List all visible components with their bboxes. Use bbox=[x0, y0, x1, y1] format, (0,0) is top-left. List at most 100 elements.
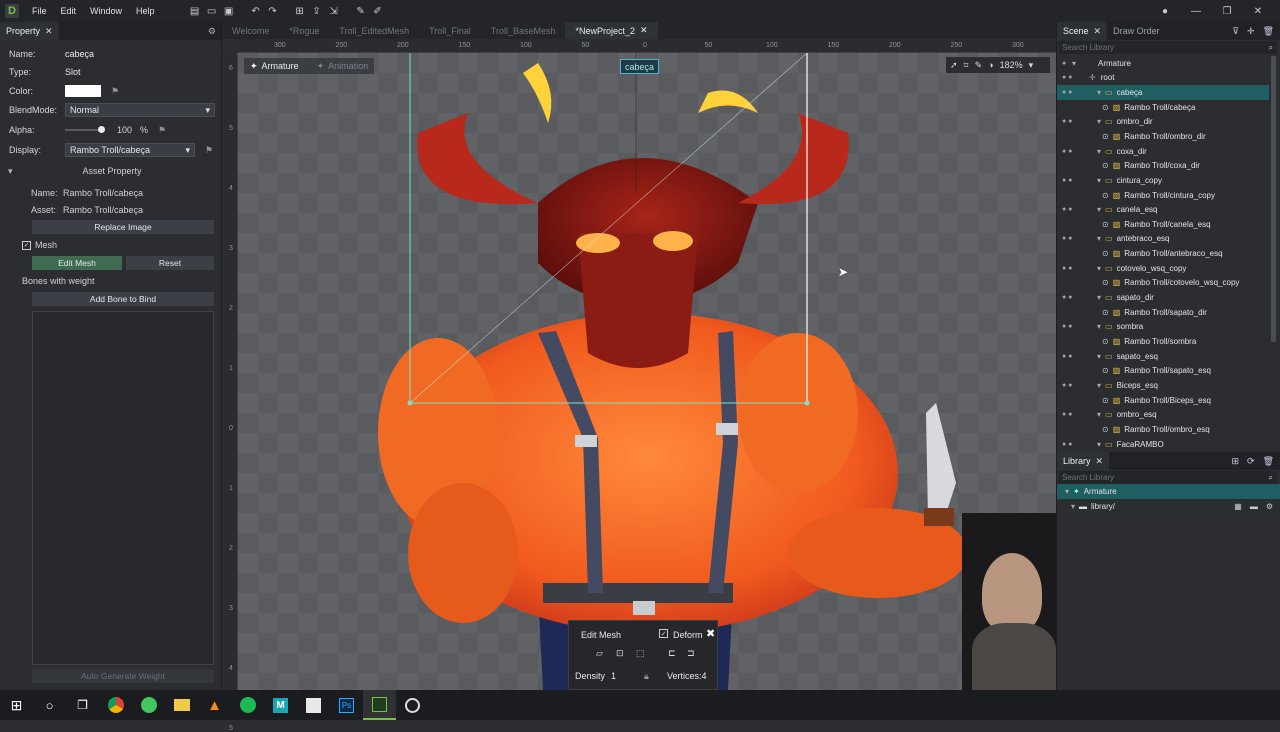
tab-scene[interactable]: Scene ✕ bbox=[1057, 22, 1108, 40]
mesh-draw-icon[interactable]: ▱ bbox=[596, 648, 603, 659]
import-icon[interactable]: ⊞ bbox=[1231, 456, 1239, 467]
tree-image-item[interactable]: ⊙ ▨ Rambo Troll/sapato_dir bbox=[1057, 305, 1269, 320]
tree-root[interactable]: ● ● ✛ root bbox=[1057, 71, 1269, 86]
tree-image-item[interactable]: ⊙ ▨ Rambo Troll/antebraco_esq bbox=[1057, 246, 1269, 261]
tab-draw-order[interactable]: Draw Order bbox=[1107, 22, 1166, 40]
armature-mode-button[interactable]: Armature bbox=[262, 61, 299, 71]
close-icon[interactable]: ✕ bbox=[45, 26, 53, 37]
close-icon[interactable]: ✖ bbox=[706, 627, 715, 640]
open-folder-icon[interactable]: ▭ bbox=[205, 4, 219, 18]
folder-add-icon[interactable]: ▬ bbox=[1250, 502, 1258, 511]
image-icon[interactable]: ▦ bbox=[1234, 502, 1242, 511]
edit-mesh-button[interactable]: Edit Mesh bbox=[32, 256, 122, 270]
visibility-icon[interactable]: ● ● bbox=[1062, 89, 1072, 96]
tree-image-item[interactable]: ⊙ ▨ Rambo Troll/cabeça bbox=[1057, 100, 1269, 115]
tab-welcome[interactable]: Welcome bbox=[222, 22, 279, 39]
visibility-icon[interactable]: ● ● bbox=[1062, 323, 1072, 330]
save-icon[interactable]: ▣ bbox=[222, 4, 236, 18]
asset-property-header[interactable]: ▾ Asset Property bbox=[8, 163, 214, 179]
tree-armature[interactable]: ● ▾ Armature bbox=[1057, 56, 1269, 71]
tree-image-item[interactable]: ⊙ ▨ Rambo Troll/coxa_dir bbox=[1057, 158, 1269, 173]
visibility-icon[interactable]: ● ● bbox=[1062, 353, 1072, 360]
reset-button[interactable]: Reset bbox=[126, 256, 214, 270]
tree-slot-item[interactable]: ● ● ▾ ▭ coxa_dir bbox=[1057, 144, 1269, 159]
visibility-icon[interactable]: ● ● bbox=[1062, 382, 1072, 389]
mesh-add-vertex-icon[interactable]: ⊡ bbox=[616, 648, 624, 659]
windows-start-icon[interactable]: ⊞ bbox=[0, 690, 33, 720]
whatsapp-icon[interactable] bbox=[132, 690, 165, 720]
visibility-icon[interactable]: ● ● bbox=[1062, 74, 1072, 81]
chrome-icon[interactable] bbox=[99, 690, 132, 720]
keyframe-flag-icon[interactable]: ⚑ bbox=[158, 125, 166, 136]
name-value[interactable]: cabeça bbox=[65, 49, 94, 59]
visibility-icon[interactable]: ● ● bbox=[1062, 206, 1072, 213]
close-icon[interactable]: ✕ bbox=[640, 25, 648, 36]
edit-icon[interactable]: ✎ bbox=[354, 4, 368, 18]
close-icon[interactable]: ✕ bbox=[1251, 4, 1265, 18]
add-icon[interactable]: ✛ bbox=[1247, 26, 1255, 37]
animation-mode-button[interactable]: Animation bbox=[328, 61, 368, 71]
tree-slot-item[interactable]: ● ● ▾ ▭ cotovelo_wsq_copy bbox=[1057, 261, 1269, 276]
dragonbones-icon[interactable] bbox=[363, 690, 396, 720]
visibility-icon[interactable]: ● ● bbox=[1062, 235, 1072, 242]
mesh-select-icon[interactable]: ⬚ bbox=[636, 648, 645, 659]
tab-newproject-2[interactable]: *NewProject_2 ✕ bbox=[565, 22, 658, 39]
app-icon[interactable] bbox=[297, 690, 330, 720]
close-icon[interactable]: ✕ bbox=[1094, 26, 1102, 37]
mesh-triangulate-icon[interactable]: ⊐ bbox=[687, 648, 695, 659]
tree-slot-item[interactable]: ● ● ▾ ▭ ombro_dir bbox=[1057, 115, 1269, 130]
tab-troll-final[interactable]: Troll_Final bbox=[419, 22, 481, 39]
add-bone-button[interactable]: Add Bone to Bind bbox=[32, 292, 214, 306]
spotify-icon[interactable] bbox=[231, 690, 264, 720]
tree-image-item[interactable]: ⊙ ▨ Rambo Troll/ombro_esq bbox=[1057, 422, 1269, 437]
tree-image-item[interactable]: ⊙ ▨ Rambo Troll/cotovelo_wsq_copy bbox=[1057, 276, 1269, 291]
refresh-icon[interactable]: ⟳ bbox=[1247, 456, 1255, 467]
blendmode-select[interactable]: Normal ▾ bbox=[65, 103, 215, 117]
scene-scrollbar[interactable] bbox=[1271, 56, 1276, 342]
alpha-slider[interactable] bbox=[65, 126, 105, 133]
tree-slot-item[interactable]: ● ● ▾ ▭ sapato_esq bbox=[1057, 349, 1269, 364]
settings-icon[interactable]: ⚙ bbox=[1266, 502, 1273, 511]
scene-search-input[interactable]: Search Library ⌕ bbox=[1059, 41, 1277, 54]
file-explorer-icon[interactable] bbox=[165, 690, 198, 720]
pen-icon[interactable]: ✐ bbox=[371, 4, 385, 18]
tree-image-item[interactable]: ⊙ ▨ Rambo Troll/sombra bbox=[1057, 334, 1269, 349]
library-folder[interactable]: ▾ ▬ library/▦ ▬ ⚙ bbox=[1057, 499, 1280, 514]
select-tool-icon[interactable]: ➚ bbox=[950, 60, 958, 71]
color-tool-icon[interactable]: ◑ bbox=[988, 60, 993, 70]
search-icon[interactable]: ○ bbox=[33, 690, 66, 720]
visibility-icon[interactable]: ● ● bbox=[1062, 148, 1072, 155]
redo-icon[interactable]: ↷ bbox=[266, 4, 280, 18]
visibility-icon[interactable]: ● bbox=[1062, 60, 1066, 67]
tab-rogue[interactable]: *Rogue bbox=[279, 22, 329, 39]
visibility-icon[interactable]: ● ● bbox=[1062, 294, 1072, 301]
delete-icon[interactable]: 🗑︎ bbox=[1263, 26, 1274, 37]
density-value[interactable]: 1 bbox=[611, 671, 616, 681]
deform-checkbox[interactable]: ✓ bbox=[659, 629, 668, 638]
tab-property[interactable]: Property ✕ bbox=[0, 22, 59, 40]
obs-icon[interactable] bbox=[396, 690, 429, 720]
tree-slot-item[interactable]: ● ● ▾ ▭ sombra bbox=[1057, 320, 1269, 335]
alpha-value[interactable]: 100 bbox=[117, 125, 132, 135]
menu-edit[interactable]: Edit bbox=[54, 6, 84, 16]
tab-troll-basemesh[interactable]: Troll_BaseMesh bbox=[481, 22, 566, 39]
replace-image-button[interactable]: Replace Image bbox=[32, 220, 214, 234]
tree-slot-item[interactable]: ● ● ▾ ▭ antebraco_esq bbox=[1057, 232, 1269, 247]
photoshop-icon[interactable]: Ps bbox=[330, 690, 363, 720]
tree-slot-item[interactable]: ● ● ▾ ▭ ombro_esq bbox=[1057, 408, 1269, 423]
transform-tool-icon[interactable]: ⌗ bbox=[964, 60, 969, 71]
menu-help[interactable]: Help bbox=[129, 6, 162, 16]
delete-icon[interactable]: 🗑︎ bbox=[1263, 456, 1274, 467]
visibility-icon[interactable]: ● ● bbox=[1062, 441, 1072, 448]
library-armature[interactable]: ▾ ✦ Armature bbox=[1057, 484, 1280, 499]
tree-image-item[interactable]: ⊙ ▨ Rambo Troll/ombro_dir bbox=[1057, 129, 1269, 144]
panel-settings-icon[interactable]: ⚙ bbox=[208, 26, 216, 37]
tree-slot-item[interactable]: ● ● ▾ ▭ cintura_copy bbox=[1057, 173, 1269, 188]
color-swatch[interactable] bbox=[65, 85, 101, 97]
close-icon[interactable]: ✕ bbox=[1096, 456, 1104, 467]
menu-file[interactable]: File bbox=[25, 6, 54, 16]
menu-window[interactable]: Window bbox=[83, 6, 129, 16]
mail-icon[interactable]: M bbox=[264, 690, 297, 720]
visibility-icon[interactable]: ● ● bbox=[1062, 118, 1072, 125]
tree-image-item[interactable]: ⊙ ▨ Rambo Troll/cintura_copy bbox=[1057, 188, 1269, 203]
